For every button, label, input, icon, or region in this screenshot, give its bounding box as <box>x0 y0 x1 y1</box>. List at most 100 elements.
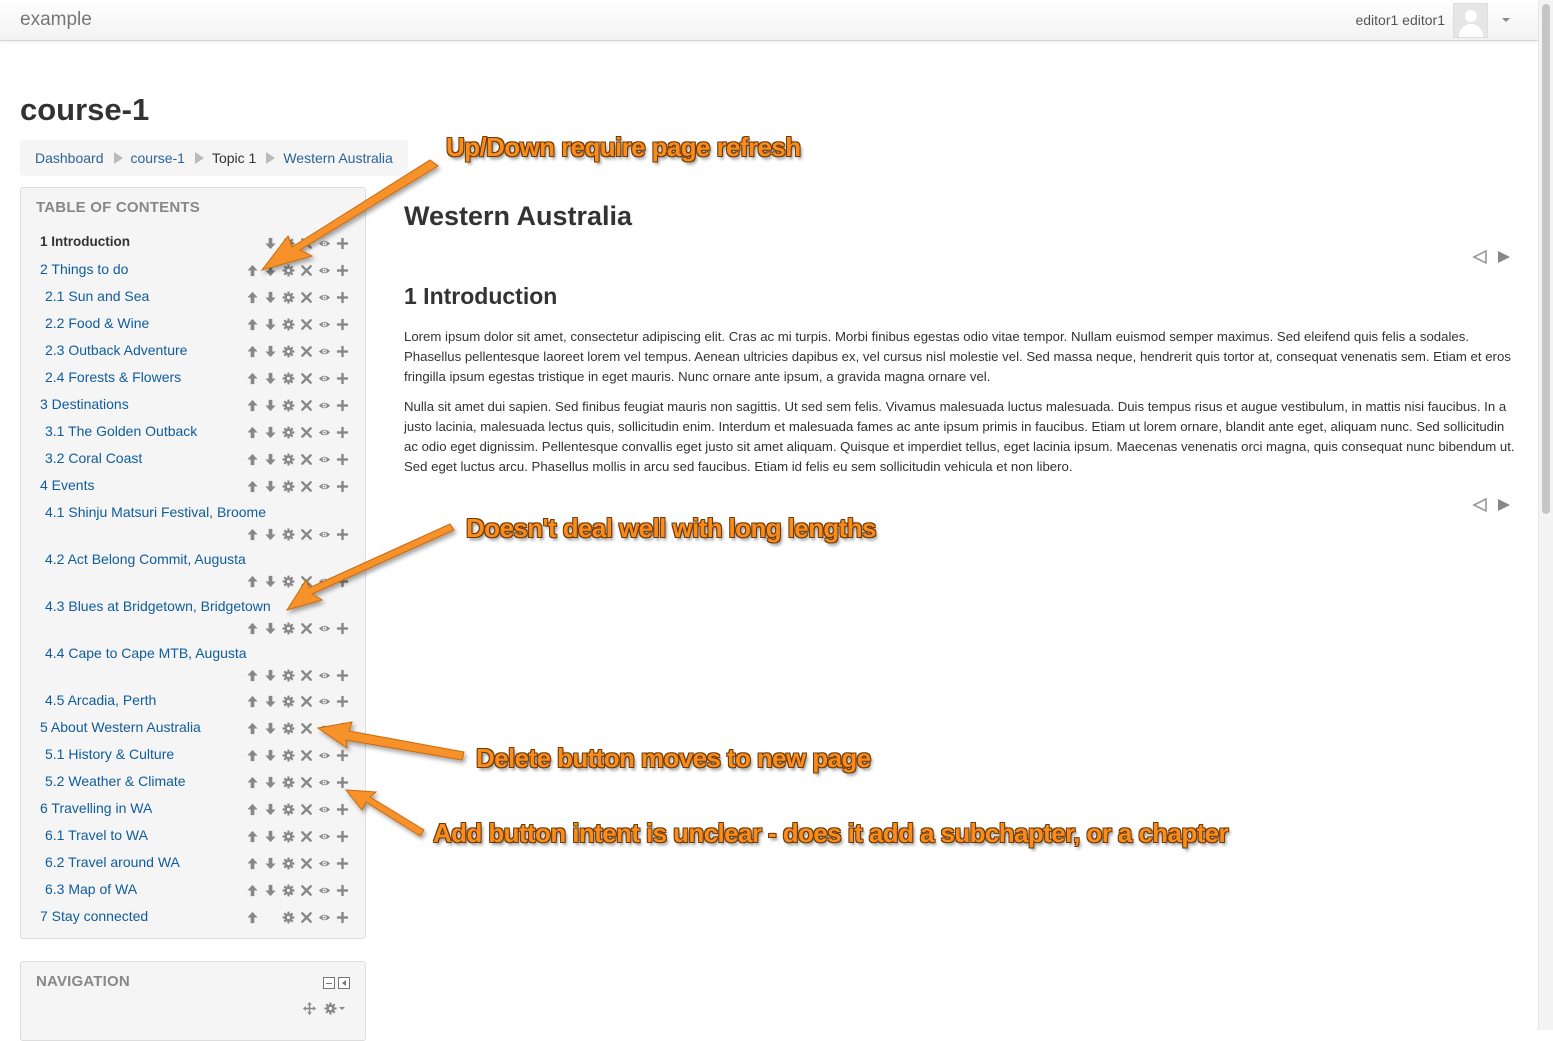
gear-icon[interactable] <box>279 801 297 817</box>
page-scrollbar[interactable] <box>1538 0 1553 1030</box>
move-down-icon[interactable] <box>261 478 279 494</box>
toc-item-link[interactable]: 4.4 Cape to Cape MTB, Augusta <box>45 645 247 661</box>
delete-icon[interactable] <box>297 801 315 817</box>
toc-item-link[interactable]: 3 Destinations <box>40 396 129 412</box>
add-icon[interactable] <box>333 451 351 467</box>
gear-icon[interactable] <box>279 397 297 413</box>
eye-icon[interactable] <box>315 747 333 763</box>
gear-icon[interactable] <box>279 235 297 251</box>
toc-item-link[interactable]: 4.1 Shinju Matsuri Festival, Broome <box>45 504 266 520</box>
delete-icon[interactable] <box>297 828 315 844</box>
move-down-icon[interactable] <box>261 289 279 305</box>
delete-icon[interactable] <box>297 667 315 683</box>
add-icon[interactable] <box>333 478 351 494</box>
move-up-icon[interactable] <box>243 451 261 467</box>
move-down-icon[interactable] <box>261 667 279 683</box>
delete-icon[interactable] <box>297 451 315 467</box>
toc-item-link[interactable]: 2.4 Forests & Flowers <box>45 369 181 385</box>
toc-item-link[interactable]: 2.3 Outback Adventure <box>45 342 187 358</box>
breadcrumb-current-page[interactable]: Western Australia <box>283 150 392 166</box>
gear-icon[interactable] <box>279 424 297 440</box>
toc-item-link[interactable]: 2 Things to do <box>40 261 128 277</box>
gear-icon[interactable] <box>324 1002 337 1015</box>
eye-icon[interactable] <box>315 720 333 736</box>
gear-icon[interactable] <box>279 747 297 763</box>
delete-icon[interactable] <box>297 774 315 790</box>
move-down-icon[interactable] <box>261 343 279 359</box>
eye-icon[interactable] <box>315 478 333 494</box>
add-icon[interactable] <box>333 855 351 871</box>
move-up-icon[interactable] <box>243 882 261 898</box>
breadcrumb-course[interactable]: course-1 <box>131 150 185 166</box>
previous-chapter-icon[interactable] <box>1472 249 1488 265</box>
delete-icon[interactable] <box>297 478 315 494</box>
delete-icon[interactable] <box>297 343 315 359</box>
delete-icon[interactable] <box>297 235 315 251</box>
eye-icon[interactable] <box>315 289 333 305</box>
move-down-icon[interactable] <box>261 451 279 467</box>
gear-icon[interactable] <box>279 451 297 467</box>
delete-icon[interactable] <box>297 397 315 413</box>
breadcrumb-dashboard[interactable]: Dashboard <box>35 150 104 166</box>
toc-item-link[interactable]: 4.3 Blues at Bridgetown, Bridgetown <box>45 598 271 614</box>
move-up-icon[interactable] <box>243 667 261 683</box>
move-down-icon[interactable] <box>261 526 279 542</box>
add-icon[interactable] <box>333 667 351 683</box>
delete-icon[interactable] <box>297 262 315 278</box>
dock-block-icon[interactable] <box>338 977 350 989</box>
move-down-icon[interactable] <box>261 855 279 871</box>
toc-item-link[interactable]: 2.2 Food & Wine <box>45 315 149 331</box>
delete-icon[interactable] <box>297 747 315 763</box>
add-icon[interactable] <box>333 693 351 709</box>
delete-icon[interactable] <box>297 289 315 305</box>
move-up-icon[interactable] <box>243 747 261 763</box>
eye-icon[interactable] <box>315 397 333 413</box>
move-up-icon[interactable] <box>243 720 261 736</box>
avatar[interactable] <box>1453 2 1488 38</box>
add-icon[interactable] <box>333 289 351 305</box>
eye-icon[interactable] <box>315 526 333 542</box>
gear-icon[interactable] <box>279 478 297 494</box>
eye-icon[interactable] <box>315 667 333 683</box>
gear-icon[interactable] <box>279 667 297 683</box>
move-down-icon[interactable] <box>261 397 279 413</box>
gear-icon[interactable] <box>279 855 297 871</box>
eye-icon[interactable] <box>315 343 333 359</box>
move-up-icon[interactable] <box>243 855 261 871</box>
move-down-icon[interactable] <box>261 424 279 440</box>
move-down-icon[interactable] <box>261 774 279 790</box>
move-down-icon[interactable] <box>261 370 279 386</box>
move-up-icon[interactable] <box>243 397 261 413</box>
add-icon[interactable] <box>333 526 351 542</box>
add-icon[interactable] <box>333 720 351 736</box>
move-up-icon[interactable] <box>243 801 261 817</box>
eye-icon[interactable] <box>315 774 333 790</box>
eye-icon[interactable] <box>315 620 333 636</box>
delete-icon[interactable] <box>297 855 315 871</box>
move-up-icon[interactable] <box>243 424 261 440</box>
move-up-icon[interactable] <box>243 478 261 494</box>
gear-icon[interactable] <box>279 774 297 790</box>
add-icon[interactable] <box>333 620 351 636</box>
toc-item-link[interactable]: 6.1 Travel to WA <box>45 827 148 843</box>
gear-icon[interactable] <box>279 343 297 359</box>
add-icon[interactable] <box>333 573 351 589</box>
toc-item-link[interactable]: 3.2 Coral Coast <box>45 450 142 466</box>
gear-icon[interactable] <box>279 909 297 925</box>
move-down-icon[interactable] <box>261 720 279 736</box>
move-up-icon[interactable] <box>243 774 261 790</box>
move-up-icon[interactable] <box>243 370 261 386</box>
add-icon[interactable] <box>333 235 351 251</box>
add-icon[interactable] <box>333 316 351 332</box>
gear-icon[interactable] <box>279 316 297 332</box>
move-up-icon[interactable] <box>243 620 261 636</box>
eye-icon[interactable] <box>315 424 333 440</box>
next-chapter-icon[interactable] <box>1496 249 1512 265</box>
move-up-icon[interactable] <box>243 343 261 359</box>
next-chapter-icon[interactable] <box>1496 497 1512 513</box>
move-down-icon[interactable] <box>261 573 279 589</box>
move-up-icon[interactable] <box>243 909 261 925</box>
toc-item-link[interactable]: 4.2 Act Belong Commit, Augusta <box>45 551 246 567</box>
move-up-icon[interactable] <box>243 693 261 709</box>
gear-icon[interactable] <box>279 573 297 589</box>
